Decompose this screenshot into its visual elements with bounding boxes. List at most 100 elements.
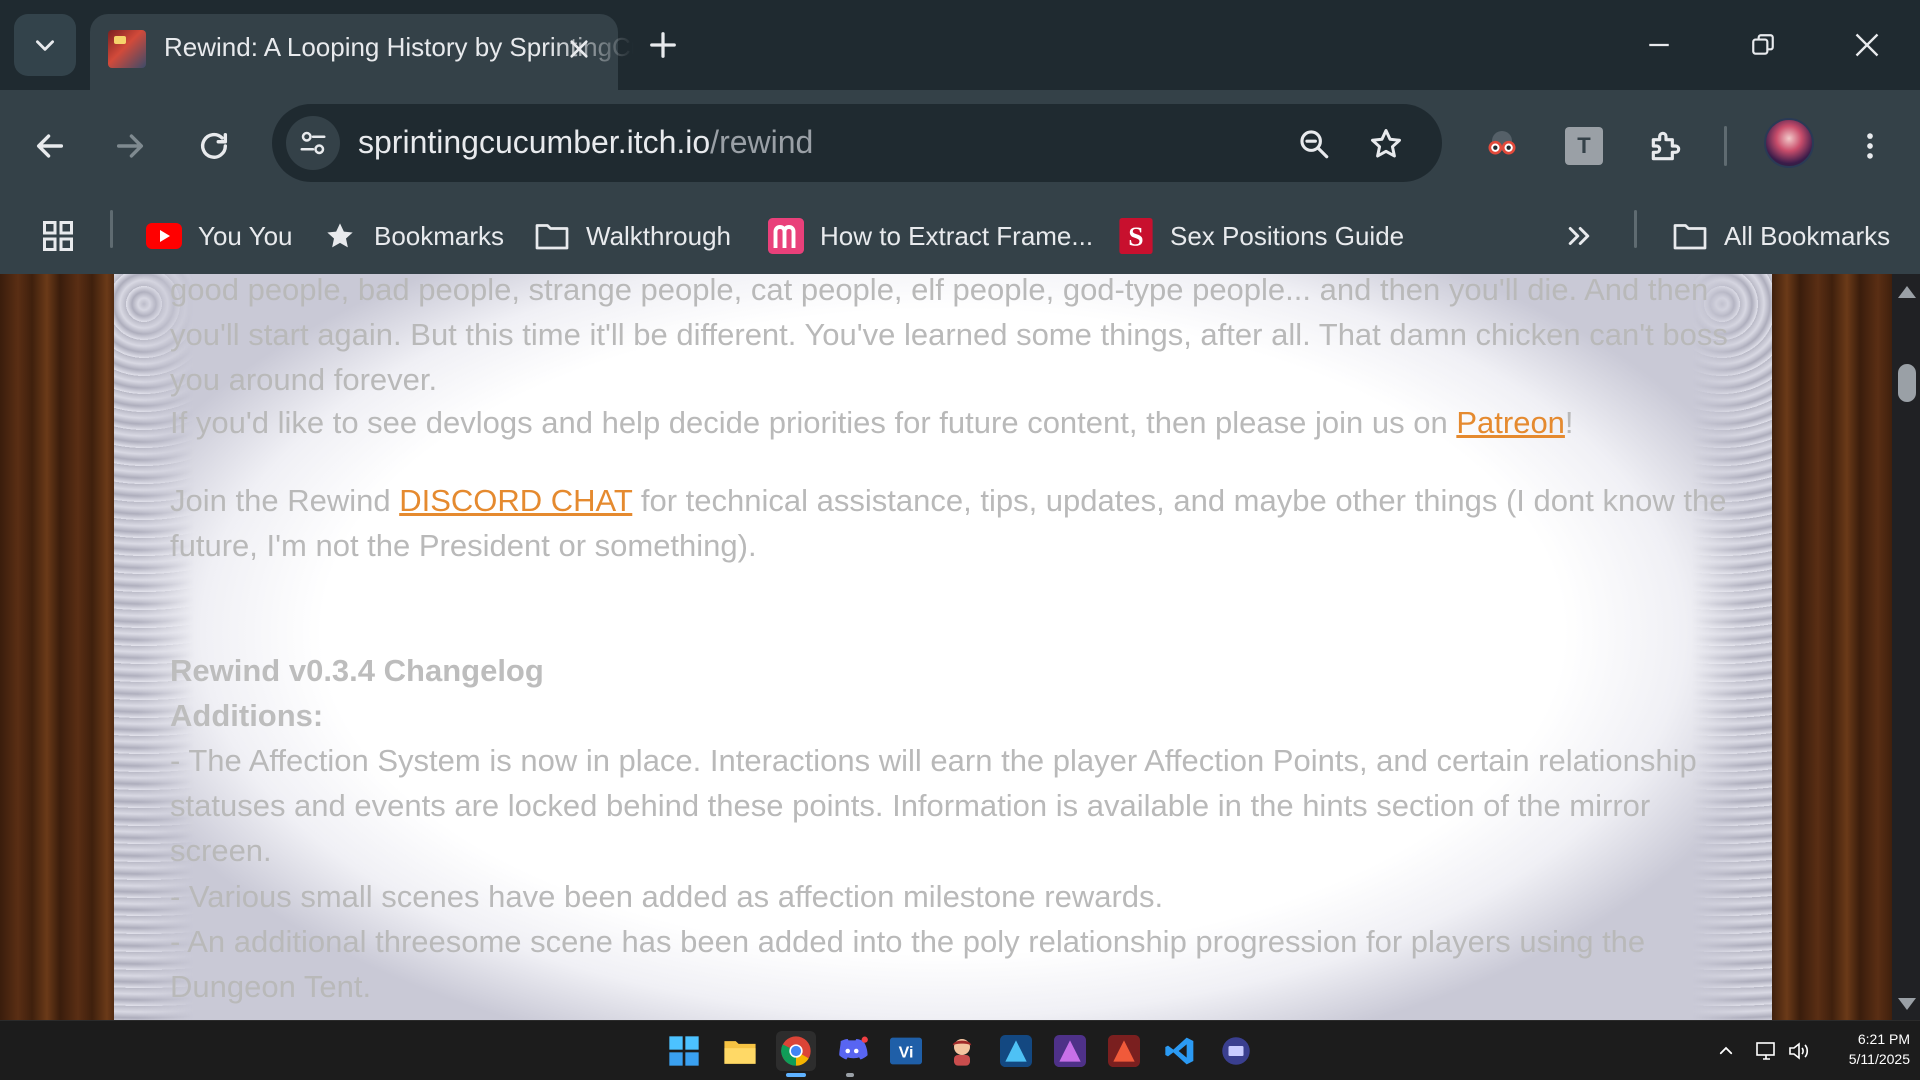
bookmark-label: Sex Positions Guide	[1170, 220, 1405, 251]
url-text[interactable]: sprintingcucumber.itch.io/rewind	[358, 124, 813, 161]
tab-search-button[interactable]	[14, 14, 76, 76]
restore-button[interactable]	[1718, 14, 1808, 76]
page-viewport[interactable]: good people, bad people, strange people,…	[0, 274, 1920, 1020]
bookmark-label: How to Extract Frame...	[820, 220, 1094, 251]
zoom-icon	[1300, 130, 1329, 159]
bookmark-star-button[interactable]	[1362, 120, 1410, 168]
extension-glasses-button[interactable]	[1474, 118, 1530, 174]
extensions-button[interactable]	[1638, 118, 1694, 174]
url-path: /rewind	[710, 124, 814, 160]
t-extension-icon: T	[1565, 127, 1603, 165]
page-scrollbar[interactable]	[1892, 274, 1920, 1020]
profile-avatar[interactable]	[1764, 118, 1814, 168]
bookmark-extract-frame[interactable]: How to Extract Frame...	[768, 210, 1093, 262]
bookmark-label: Walkthrough	[586, 220, 731, 251]
bookmarks-overflow-button[interactable]	[1564, 210, 1594, 262]
game-character-icon[interactable]	[942, 1031, 982, 1071]
affinity-designer-icon[interactable]	[996, 1031, 1036, 1071]
back-button[interactable]	[22, 118, 78, 174]
reload-icon	[200, 132, 228, 159]
tab-strip: Rewind: A Looping History by SprintingCu…	[0, 0, 1920, 90]
m-logo-icon	[768, 218, 804, 254]
changelog-item: - The Affection System is now in place. …	[170, 743, 1697, 868]
bookmark-bookmarks[interactable]: Bookmarks	[322, 210, 504, 262]
active-app-indicator	[786, 1073, 806, 1077]
bookmark-label: Bookmarks	[374, 220, 505, 251]
tab-close-button[interactable]	[560, 30, 598, 68]
folder-icon	[1672, 218, 1708, 254]
vscode-icon[interactable]	[1160, 1031, 1200, 1071]
running-app-indicator	[846, 1073, 854, 1077]
windows-taskbar: Vi 6:21 PM 5/11/2025	[0, 1020, 1920, 1080]
parchment-panel: good people, bad people, strange people,…	[114, 274, 1772, 1020]
minimize-button[interactable]	[1614, 14, 1704, 76]
scroll-up-arrow-icon[interactable]	[1898, 286, 1916, 298]
close-window-button[interactable]	[1822, 14, 1912, 76]
apps-button[interactable]	[40, 210, 76, 262]
patreon-paragraph: If you'd like to see devlogs and help de…	[170, 400, 1730, 445]
site-info-button[interactable]	[286, 116, 340, 170]
close-icon	[570, 40, 588, 58]
address-bar[interactable]: sprintingcucumber.itch.io/rewind	[272, 104, 1442, 182]
more-vertical-icon	[1867, 133, 1873, 159]
chrome-icon[interactable]	[776, 1031, 816, 1071]
keyboard-app-icon[interactable]	[1216, 1031, 1256, 1071]
discord-paragraph: Join the Rewind DISCORD CHAT for technic…	[170, 478, 1730, 568]
puzzle-icon	[1651, 131, 1681, 161]
changelog-item: - Various small scenes have been added a…	[170, 879, 1164, 914]
arrow-right-icon	[116, 134, 144, 158]
bookmark-walkthrough[interactable]: Walkthrough	[534, 210, 731, 262]
arrow-left-icon	[36, 134, 64, 158]
zoom-button[interactable]	[1290, 120, 1338, 168]
all-bookmarks-button[interactable]: All Bookmarks	[1672, 210, 1890, 262]
vi-app-icon[interactable]: Vi	[886, 1031, 926, 1071]
forward-button[interactable]	[102, 118, 158, 174]
clock-time: 6:21 PM	[1857, 1031, 1910, 1047]
svg-text:S: S	[1128, 221, 1143, 252]
folder-icon	[534, 218, 570, 254]
description-paragraph: good people, bad people, strange people,…	[170, 274, 1728, 397]
toolbar: sprintingcucumber.itch.io/rewind T	[0, 90, 1920, 198]
affinity-photo-icon[interactable]	[1050, 1031, 1090, 1071]
patreon-text: If you'd like to see devlogs and help de…	[170, 405, 1457, 440]
minimize-icon	[1649, 43, 1669, 47]
patreon-link[interactable]: Patreon	[1456, 405, 1565, 440]
new-tab-button[interactable]	[640, 22, 686, 68]
bookmark-you-you[interactable]: You You	[146, 210, 293, 262]
affinity-publisher-icon[interactable]	[1104, 1031, 1144, 1071]
network-icon[interactable]	[1752, 1033, 1782, 1069]
all-bookmarks-label: All Bookmarks	[1724, 220, 1891, 251]
bookmarks-divider	[110, 210, 113, 248]
scroll-thumb[interactable]	[1898, 364, 1916, 402]
url-host: sprintingcucumber.itch.io	[358, 124, 711, 160]
star-outline-icon	[1371, 129, 1401, 158]
reload-button[interactable]	[186, 118, 242, 174]
volume-icon[interactable]	[1784, 1033, 1814, 1069]
discord-text: Join the Rewind	[170, 483, 400, 518]
bookmarks-divider	[1634, 210, 1637, 248]
file-explorer-icon[interactable]	[720, 1031, 760, 1071]
discord-icon[interactable]	[832, 1031, 872, 1071]
svg-text:Vi: Vi	[899, 1045, 914, 1062]
extension-t-button[interactable]: T	[1556, 118, 1612, 174]
scroll-down-arrow-icon[interactable]	[1898, 998, 1916, 1010]
system-clock[interactable]: 6:21 PM 5/11/2025	[1820, 1029, 1910, 1069]
close-icon	[1855, 33, 1879, 57]
chevron-up-icon	[1719, 1046, 1733, 1055]
apps-grid-icon	[43, 221, 73, 251]
glasses-icon	[1488, 131, 1516, 155]
patreon-text-end: !	[1564, 405, 1574, 440]
clock-date: 5/11/2025	[1848, 1051, 1910, 1067]
star-icon	[322, 218, 358, 254]
show-hidden-icons-button[interactable]	[1714, 1033, 1738, 1069]
bookmarks-bar: You You Bookmarks Walkthrough How to Ext…	[0, 198, 1920, 274]
toolbar-divider	[1724, 126, 1727, 166]
windows-start-icon[interactable]	[664, 1031, 704, 1071]
discord-link[interactable]: DISCORD CHAT	[399, 483, 632, 518]
menu-button[interactable]	[1842, 118, 1898, 174]
bookmark-label: You You	[198, 220, 293, 251]
s-logo-icon: S	[1118, 218, 1154, 254]
plus-icon	[650, 32, 676, 58]
bookmark-sex-positions-guide[interactable]: S Sex Positions Guide	[1118, 210, 1404, 262]
active-tab[interactable]: Rewind: A Looping History by SprintingCu…	[90, 14, 634, 90]
